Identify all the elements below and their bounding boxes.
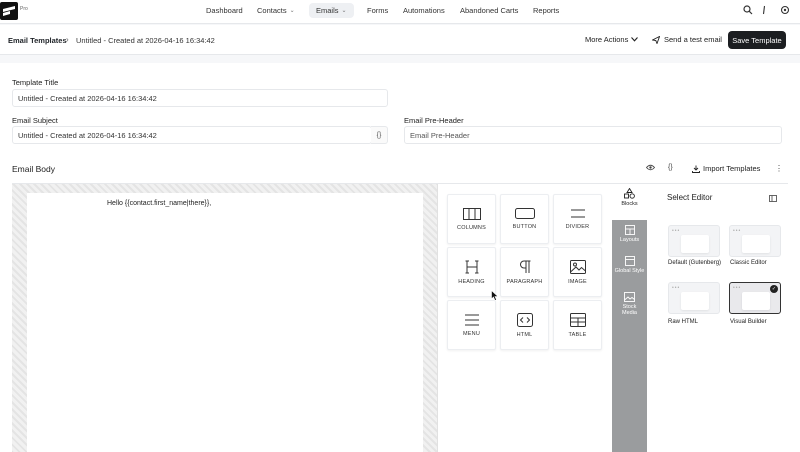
block-heading[interactable]: HEADING [447,247,496,297]
table-icon [569,312,586,327]
chevron-right-icon: › [66,35,69,44]
greeting-text[interactable]: Hello {{contact.first_name|there}}, [107,200,211,207]
smartcode-button[interactable]: {} [371,126,388,144]
checkmark-icon: ✓ [770,285,778,293]
more-actions-button[interactable]: More Actions [585,35,639,44]
nav-item-forms[interactable]: Forms [367,6,388,15]
window-dots-icon: ••• [733,285,742,291]
search-icon[interactable] [743,5,753,17]
send-test-email-button[interactable]: Send a test email [652,35,722,44]
select-editor-title: Select Editor [667,193,713,202]
tab-blocks[interactable]: Blocks [612,184,647,220]
top-navigation: Pro Dashboard Contacts ⌄ Emails ⌄ Forms Au… [0,0,800,24]
block-button[interactable]: BUTTON [500,194,549,244]
menu-icon [464,314,479,325]
window-dots-icon: ••• [733,228,742,234]
nav-item-contacts[interactable]: Contacts ⌄ [257,6,295,15]
image-icon [569,259,586,274]
columns-icon [462,207,481,220]
pre-header-label: Email Pre-Header [404,116,464,125]
block-table[interactable]: TABLE [553,300,602,350]
save-template-button[interactable]: Save Template [728,31,786,49]
divider-icon [570,209,585,218]
editor-header: Email Templates › Untitled - Created at … [0,25,800,55]
block-divider[interactable]: DIVIDER [553,194,602,244]
tab-layouts[interactable]: Layouts [612,225,647,243]
template-title-label: Template Title [12,78,59,87]
button-icon [514,208,535,219]
tab-global-style[interactable]: Global Style [612,256,647,274]
mouse-cursor-icon [491,289,499,303]
editor-option-label: Classic Editor [730,260,767,266]
shapes-icon [624,188,635,199]
editor-option-visual-builder[interactable]: ••• ✓ [729,282,781,314]
html-icon [516,312,533,327]
download-icon [692,165,700,173]
nav-item-abandoned-carts[interactable]: Abandoned Carts [460,6,518,15]
nav-item-dashboard[interactable]: Dashboard [206,6,243,15]
editor-option-classic[interactable]: ••• [729,225,781,257]
breadcrumb-current: Untitled - Created at 2026-04-16 16:34:4… [76,36,215,45]
send-icon [652,35,660,44]
pre-header-input[interactable]: Email Pre-Header [404,126,782,144]
global-style-icon [624,256,635,266]
tab-stock-media[interactable]: Stock Media [612,292,647,316]
chevron-down-icon: ⌄ [289,8,295,14]
eye-icon[interactable] [645,164,656,173]
email-content-area[interactable]: Hello {{contact.first_name|there}}, [27,193,423,452]
block-image[interactable]: IMAGE [553,247,602,297]
panel-toggle-icon[interactable] [769,195,777,204]
nav-item-reports[interactable]: Reports [533,6,559,15]
editor-option-label: Raw HTML [668,319,699,325]
email-subject-label: Email Subject [12,116,58,125]
chevron-down-icon: ⌄ [341,8,347,14]
template-editor-panel: Template Title Untitled - Created at 202… [0,63,800,452]
email-subject-input[interactable]: Untitled - Created at 2026-04-16 16:34:4… [12,126,372,144]
import-templates-button[interactable]: Import Templates [692,164,760,173]
block-menu[interactable]: MENU [447,300,496,350]
visual-builder: Hello {{contact.first_name|there}}, COLU… [12,183,788,452]
block-html[interactable]: HTML [500,300,549,350]
select-editor-panel: Select Editor ••• Default (Gutenberg) ••… [647,184,788,452]
nav-item-emails[interactable]: Emails ⌄ [309,3,354,18]
nav-item-automations[interactable]: Automations [403,6,445,15]
editor-option-label: Default (Gutenberg) [668,260,722,266]
editor-option-gutenberg[interactable]: ••• [668,225,720,257]
template-title-input[interactable]: Untitled - Created at 2026-04-16 16:34:4… [12,89,388,107]
email-canvas: Hello {{contact.first_name|there}}, [12,184,438,452]
editor-option-raw-html[interactable]: ••• [668,282,720,314]
app-logo[interactable] [0,2,18,20]
block-columns[interactable]: COLUMNS [447,194,496,244]
window-dots-icon: ••• [672,285,681,291]
block-paragraph[interactable]: PARAGRAPH [500,247,549,297]
paragraph-icon [519,260,530,273]
layout-grid-icon [624,225,635,235]
menu-icon[interactable] [762,5,766,17]
breadcrumb-email-templates[interactable]: Email Templates [8,36,67,45]
stock-media-icon [624,292,635,302]
heading-icon [465,260,478,273]
code-braces-button[interactable]: {} [668,164,673,171]
editor-option-label: Visual Builder [730,319,767,325]
pro-badge: Pro [20,6,28,12]
settings-icon[interactable] [780,5,790,17]
chevron-down-icon [631,37,639,42]
builder-side-tabs: Blocks Layouts Global Style Stock Media [612,184,647,452]
window-dots-icon: ••• [672,228,681,234]
email-body-label: Email Body [12,164,55,174]
more-options-icon[interactable]: ⋮ [775,164,783,173]
blocks-panel: COLUMNS BUTTON DIVIDER HEADING PARAGRAPH [438,184,612,452]
